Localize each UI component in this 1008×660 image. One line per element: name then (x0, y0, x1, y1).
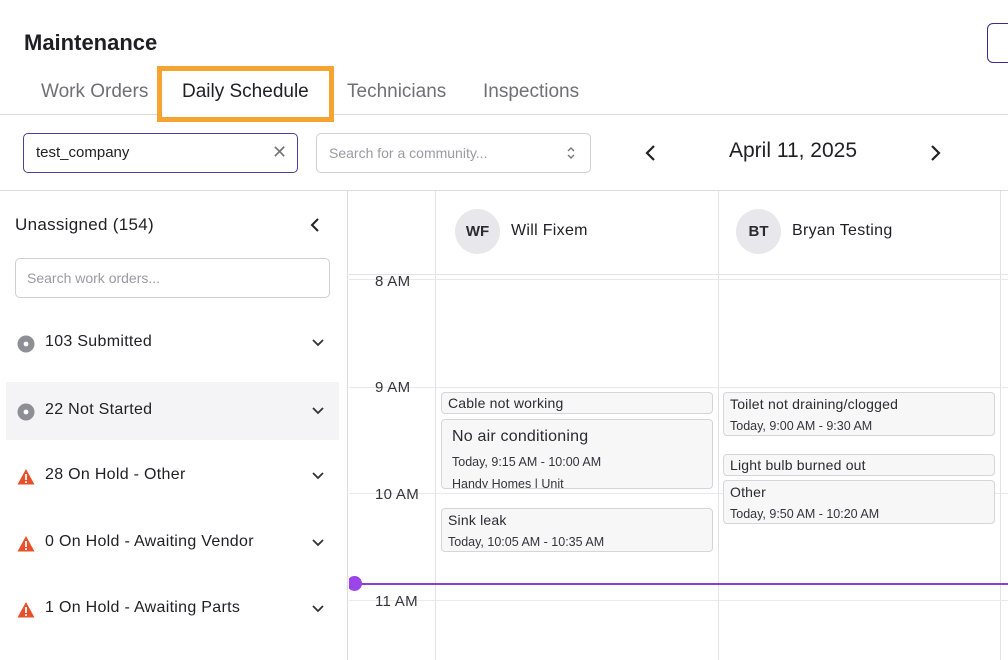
community-placeholder: Search for a community... (329, 145, 488, 161)
event-time: Today, 9:15 AM - 10:00 AM (452, 455, 602, 469)
hour-label: 10 AM (375, 486, 420, 503)
avatar: BT (736, 209, 781, 254)
status-group-submitted[interactable]: 103 Submitted (6, 314, 339, 372)
community-search-select[interactable]: Search for a community... (316, 133, 591, 173)
clear-icon[interactable]: ✕ (272, 142, 287, 162)
company-filter-input[interactable]: test_company (23, 133, 298, 173)
event-title: Cable not working (448, 395, 564, 411)
event-title: Toilet not draining/clogged (730, 396, 899, 412)
work-order-event[interactable]: Sink leak Today, 10:05 AM - 10:35 AM (441, 508, 713, 552)
current-time-line (349, 583, 1008, 585)
gray-dot-icon (17, 335, 35, 353)
chevron-down-icon (312, 605, 324, 613)
collapse-sidebar-icon[interactable] (306, 215, 324, 235)
work-order-event[interactable]: No air conditioning Today, 9:15 AM - 10:… (441, 419, 713, 489)
status-label: 0 On Hold - Awaiting Vendor (45, 533, 254, 550)
chevron-down-icon (312, 407, 324, 415)
work-order-event[interactable]: Light bulb burned out (723, 454, 995, 476)
status-group-on-hold-other[interactable]: 28 On Hold - Other (6, 447, 339, 505)
work-order-event[interactable]: Other Today, 9:50 AM - 10:20 AM (723, 480, 995, 524)
work-order-event[interactable]: Cable not working (441, 392, 713, 414)
top-right-button[interactable] (987, 23, 1008, 63)
filter-bar: test_company ✕ Search for a community...… (0, 115, 1008, 191)
event-time: Today, 9:00 AM - 9:30 AM (730, 419, 873, 433)
status-label: 103 Submitted (45, 333, 153, 350)
event-location: Handy Homes | Unit (452, 477, 564, 489)
gray-dot-icon (17, 403, 35, 421)
tab-technicians[interactable]: Technicians (347, 66, 446, 114)
status-label: 1 On Hold - Awaiting Parts (45, 599, 241, 616)
hour-label: 8 AM (375, 273, 411, 290)
technician-header-row: WF Will Fixem BT Bryan Testing (349, 191, 1008, 275)
technician-name: Will Fixem (511, 222, 588, 239)
chevron-down-icon (312, 539, 324, 547)
event-title: No air conditioning (452, 428, 589, 445)
chevron-down-icon (312, 339, 324, 347)
hour-line (349, 279, 1008, 280)
hour-label: 9 AM (375, 379, 411, 396)
hour-line (349, 387, 1008, 388)
current-date: April 11, 2025 (728, 139, 858, 162)
event-title: Light bulb burned out (730, 457, 866, 473)
status-group-awaiting-vendor[interactable]: 0 On Hold - Awaiting Vendor (6, 514, 339, 572)
up-down-chevron-icon (567, 147, 575, 159)
warning-icon (17, 469, 35, 485)
work-order-search-input[interactable]: Search work orders... (15, 258, 330, 298)
chevron-down-icon (312, 472, 324, 480)
status-label: 22 Not Started (45, 401, 153, 418)
hour-line (349, 600, 1008, 601)
avatar: WF (455, 209, 500, 254)
tab-daily-schedule[interactable]: Daily Schedule (157, 66, 334, 122)
event-time: Today, 10:05 AM - 10:35 AM (448, 535, 605, 549)
warning-icon (17, 602, 35, 618)
previous-day-icon[interactable] (640, 141, 662, 165)
warning-icon (17, 536, 35, 552)
tab-work-orders[interactable]: Work Orders (41, 66, 148, 114)
unassigned-sidebar: Unassigned (154) Search work orders... 1… (0, 191, 348, 660)
next-day-icon[interactable] (924, 141, 946, 165)
page-title: Maintenance (24, 30, 158, 55)
status-group-awaiting-parts[interactable]: 1 On Hold - Awaiting Parts (6, 580, 339, 638)
event-title: Sink leak (448, 512, 507, 528)
event-title: Other (730, 484, 767, 500)
work-order-search-placeholder: Search work orders... (27, 270, 161, 286)
technician-name: Bryan Testing (792, 222, 893, 239)
tab-bar: Work Orders Daily Schedule Technicians I… (0, 66, 1008, 122)
event-time: Today, 9:50 AM - 10:20 AM (730, 507, 880, 521)
status-group-not-started[interactable]: 22 Not Started (6, 382, 339, 440)
status-label: 28 On Hold - Other (45, 466, 186, 483)
schedule-calendar: WF Will Fixem BT Bryan Testing 8 AM 9 AM… (349, 191, 1008, 660)
tab-inspections[interactable]: Inspections (483, 66, 579, 114)
hour-label: 11 AM (375, 593, 418, 610)
work-order-event[interactable]: Toilet not draining/clogged Today, 9:00 … (723, 392, 995, 436)
unassigned-title: Unassigned (154) (15, 215, 154, 234)
